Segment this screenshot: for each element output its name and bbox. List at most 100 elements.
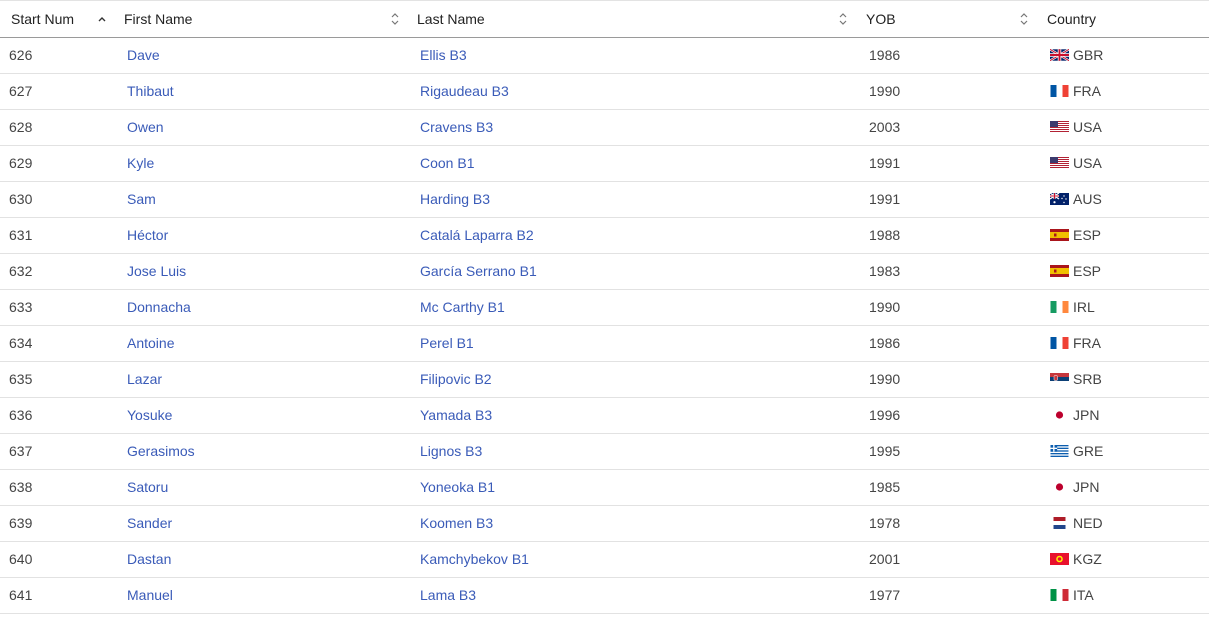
first-name-link[interactable]: Sam	[127, 182, 156, 217]
country-code: JPN	[1073, 407, 1100, 423]
jpn-flag-icon	[1050, 481, 1069, 493]
fra-flag-icon	[1050, 85, 1069, 97]
last-name-link[interactable]: Koomen B3	[420, 506, 493, 541]
last-name-link[interactable]: Lignos B3	[420, 434, 482, 469]
country-cell: SRB	[1050, 362, 1102, 397]
start-num-cell: 626	[9, 47, 33, 63]
first-name-link[interactable]: Héctor	[127, 218, 168, 253]
table-body: 626 Dave Ellis B3 1986 GBR 627 Thibaut R…	[0, 38, 1209, 614]
start-num-cell: 641	[9, 587, 33, 603]
yob-cell: 1988	[869, 227, 901, 243]
table-row: 634 Antoine Perel B1 1986 FRA	[0, 326, 1209, 362]
last-name-link[interactable]: Yoneoka B1	[420, 470, 495, 505]
yob-cell: 1991	[869, 155, 901, 171]
first-name-link[interactable]: Thibaut	[127, 74, 174, 109]
sort-unsorted-icon[interactable]	[389, 12, 401, 26]
yob-cell: 2001	[869, 551, 901, 567]
last-name-link[interactable]: Filipovic B2	[420, 362, 492, 397]
last-name-link[interactable]: Rigaudeau B3	[420, 74, 509, 109]
first-name-link[interactable]: Manuel	[127, 578, 173, 613]
table-row: 626 Dave Ellis B3 1986 GBR	[0, 38, 1209, 74]
first-name-link[interactable]: Lazar	[127, 362, 162, 397]
gre-flag-icon	[1050, 445, 1069, 457]
start-num-cell: 636	[9, 407, 33, 423]
table-row: 641 Manuel Lama B3 1977 ITA	[0, 578, 1209, 614]
column-header-label: YOB	[866, 11, 896, 27]
last-name-link[interactable]: Catalá Laparra B2	[420, 218, 534, 253]
last-name-link[interactable]: García Serrano B1	[420, 254, 537, 289]
ned-flag-icon	[1050, 517, 1069, 529]
last-name-link[interactable]: Lama B3	[420, 578, 476, 613]
usa-flag-icon	[1050, 157, 1069, 169]
yob-cell: 1985	[869, 479, 901, 495]
yob-cell: 1996	[869, 407, 901, 423]
sort-unsorted-icon[interactable]	[1018, 12, 1030, 26]
first-name-link[interactable]: Kyle	[127, 146, 154, 181]
country-cell: JPN	[1050, 398, 1099, 433]
table-row: 628 Owen Cravens B3 2003 USA	[0, 110, 1209, 146]
column-header-label: Start Num	[11, 11, 75, 27]
first-name-link[interactable]: Dastan	[127, 542, 171, 577]
results-table: Start Num First Name Last Name YOB Count…	[0, 0, 1209, 614]
country-code: USA	[1073, 155, 1102, 171]
yob-cell: 1990	[869, 299, 901, 315]
table-row: 632 Jose Luis García Serrano B1 1983 ESP	[0, 254, 1209, 290]
column-header-last-name[interactable]: Last Name	[417, 1, 485, 37]
last-name-link[interactable]: Ellis B3	[420, 38, 467, 73]
last-name-link[interactable]: Cravens B3	[420, 110, 493, 145]
esp-flag-icon	[1050, 229, 1069, 241]
table-row: 637 Gerasimos Lignos B3 1995 GRE	[0, 434, 1209, 470]
table-row: 633 Donnacha Mc Carthy B1 1990 IRL	[0, 290, 1209, 326]
first-name-link[interactable]: Satoru	[127, 470, 168, 505]
yob-cell: 1977	[869, 587, 901, 603]
start-num-cell: 633	[9, 299, 33, 315]
country-code: ESP	[1073, 227, 1102, 243]
yob-cell: 1986	[869, 335, 901, 351]
last-name-link[interactable]: Perel B1	[420, 326, 474, 361]
last-name-link[interactable]: Kamchybekov B1	[420, 542, 529, 577]
country-code: ESP	[1073, 263, 1102, 279]
first-name-link[interactable]: Gerasimos	[127, 434, 195, 469]
country-cell: ESP	[1050, 218, 1101, 253]
esp-flag-icon	[1050, 265, 1069, 277]
country-cell: ESP	[1050, 254, 1101, 289]
column-header-country[interactable]: Country	[1047, 1, 1096, 37]
first-name-link[interactable]: Owen	[127, 110, 164, 145]
yob-cell: 1991	[869, 191, 901, 207]
sort-ascending-icon[interactable]	[96, 12, 108, 26]
first-name-link[interactable]: Sander	[127, 506, 172, 541]
country-code: NED	[1073, 515, 1103, 531]
ita-flag-icon	[1050, 589, 1069, 601]
first-name-link[interactable]: Donnacha	[127, 290, 191, 325]
table-row: 638 Satoru Yoneoka B1 1985 JPN	[0, 470, 1209, 506]
first-name-link[interactable]: Jose Luis	[127, 254, 186, 289]
first-name-link[interactable]: Yosuke	[127, 398, 172, 433]
last-name-link[interactable]: Mc Carthy B1	[420, 290, 505, 325]
country-code: ITA	[1073, 587, 1094, 603]
column-header-first-name[interactable]: First Name	[124, 1, 192, 37]
yob-cell: 1986	[869, 47, 901, 63]
start-num-cell: 628	[9, 119, 33, 135]
table-row: 636 Yosuke Yamada B3 1996 JPN	[0, 398, 1209, 434]
last-name-link[interactable]: Harding B3	[420, 182, 490, 217]
last-name-link[interactable]: Yamada B3	[420, 398, 492, 433]
country-cell: JPN	[1050, 470, 1099, 505]
country-cell: USA	[1050, 110, 1102, 145]
yob-cell: 1990	[869, 371, 901, 387]
start-num-cell: 634	[9, 335, 33, 351]
country-cell: IRL	[1050, 290, 1095, 325]
table-row: 639 Sander Koomen B3 1978 NED	[0, 506, 1209, 542]
last-name-link[interactable]: Coon B1	[420, 146, 474, 181]
country-cell: NED	[1050, 506, 1103, 541]
start-num-cell: 640	[9, 551, 33, 567]
country-cell: USA	[1050, 146, 1102, 181]
column-header-yob[interactable]: YOB	[866, 1, 896, 37]
column-header-start-num[interactable]: Start Num	[11, 1, 74, 37]
table-row: 640 Dastan Kamchybekov B1 2001 KGZ	[0, 542, 1209, 578]
sort-unsorted-icon[interactable]	[837, 12, 849, 26]
column-header-label: Last Name	[417, 11, 485, 27]
first-name-link[interactable]: Antoine	[127, 326, 174, 361]
first-name-link[interactable]: Dave	[127, 38, 160, 73]
start-num-cell: 632	[9, 263, 33, 279]
country-code: FRA	[1073, 335, 1101, 351]
